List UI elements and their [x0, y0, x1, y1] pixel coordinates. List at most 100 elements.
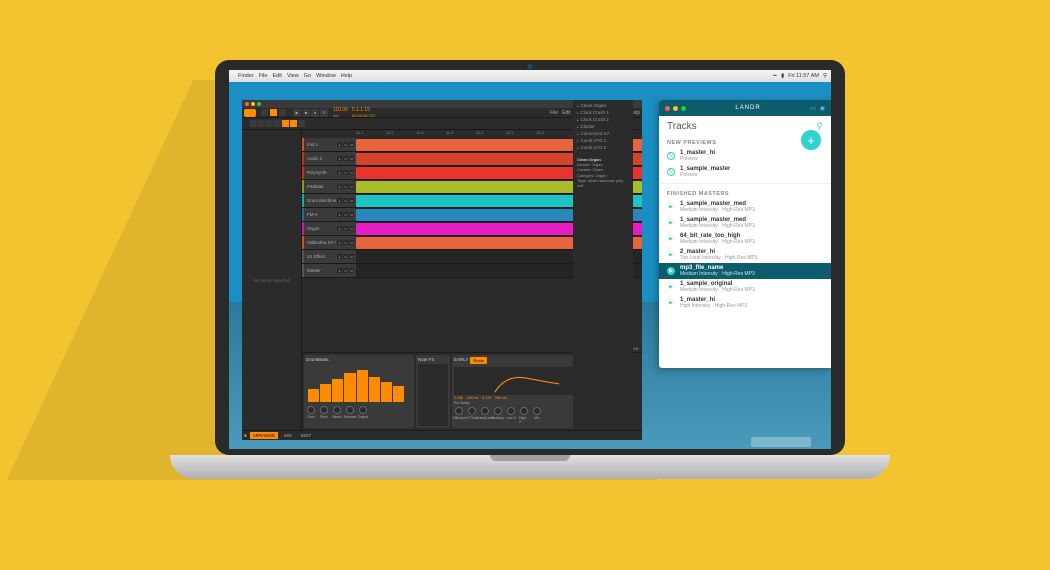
track-button[interactable]: ●	[337, 184, 342, 189]
tab-arrange[interactable]: ARRANGE	[250, 432, 278, 439]
refresh-icon[interactable]: ↻	[667, 152, 675, 160]
eq-band[interactable]	[344, 373, 355, 402]
search-icon[interactable]: ⚲	[816, 121, 823, 132]
track-button[interactable]: M	[349, 198, 354, 203]
track-button[interactable]: S	[343, 198, 348, 203]
track-button[interactable]: M	[349, 268, 354, 273]
snap-tool[interactable]	[290, 120, 297, 127]
play-icon[interactable]: ▶	[667, 283, 675, 291]
refresh-icon[interactable]: ↻	[667, 168, 675, 176]
track-button[interactable]: S	[343, 212, 348, 217]
view-btn[interactable]	[279, 109, 286, 116]
pitch-knob[interactable]	[320, 406, 328, 414]
maximize-icon[interactable]	[257, 102, 261, 106]
eq-band[interactable]	[369, 377, 380, 402]
landr-titlebar[interactable]: LANDR ▭ ◉	[659, 100, 831, 116]
eq-band[interactable]	[357, 370, 368, 402]
track-button[interactable]: S	[343, 268, 348, 273]
track-button[interactable]: S	[343, 156, 348, 161]
preview-item[interactable]: ↻1_master_hiPreview	[659, 148, 831, 164]
browser-item[interactable]: Colorchord X7	[575, 130, 631, 137]
track-button[interactable]: ●	[337, 212, 342, 217]
track-button[interactable]: M	[349, 170, 354, 175]
track-button[interactable]: S	[343, 254, 348, 259]
app-name[interactable]: Finder	[238, 73, 254, 79]
play-icon[interactable]: ▶	[667, 251, 675, 259]
track-button[interactable]: M	[349, 226, 354, 231]
maximize-icon[interactable]	[681, 106, 686, 111]
track-button[interactable]: M	[349, 156, 354, 161]
master-item[interactable]: ▶1_sample_master_medMedium Intensity · H…	[659, 199, 831, 215]
track-button[interactable]: ●	[337, 240, 342, 245]
track-button[interactable]: S	[343, 226, 348, 231]
preset-browser[interactable]: Clean OrganClock Crush 1Clock Crush 2Clu…	[573, 100, 633, 430]
eq-device[interactable]: DrumBeats Gain Pitch Attack	[304, 355, 414, 428]
view-btn[interactable]	[270, 109, 277, 116]
reverb-type-button[interactable]: Room	[470, 357, 487, 364]
track-button[interactable]: M	[349, 240, 354, 245]
tab-edit[interactable]: EDIT	[298, 432, 314, 439]
spotlight-icon[interactable]: ⚲	[823, 73, 827, 79]
track-button[interactable]: ●	[337, 156, 342, 161]
earlylate-knob[interactable]	[481, 407, 489, 415]
track-button[interactable]: M	[349, 212, 354, 217]
pointer-tool[interactable]	[250, 120, 257, 127]
track-button[interactable]: ●	[337, 226, 342, 231]
record-button[interactable]: ●	[311, 109, 319, 117]
browser-item[interactable]: Cluster	[575, 123, 631, 130]
select-tool[interactable]	[282, 120, 289, 127]
lowx-knob[interactable]	[507, 407, 515, 415]
stop-button[interactable]: ■	[302, 109, 310, 117]
eq-band[interactable]	[332, 379, 343, 402]
menu-help[interactable]: Help	[341, 73, 352, 79]
browser-item[interactable]: Comb LFO 1	[575, 137, 631, 144]
menu-view[interactable]: View	[287, 73, 299, 79]
browser-item[interactable]: Clock Crush 1	[575, 109, 631, 116]
track-button[interactable]: ●	[337, 170, 342, 175]
play-icon[interactable]: ▶	[667, 299, 675, 307]
dock[interactable]	[751, 437, 811, 447]
eq-band[interactable]	[381, 382, 392, 402]
browser-item[interactable]: Clock Crush 2	[575, 116, 631, 123]
loop-button[interactable]: ↻	[320, 109, 328, 117]
browser-item[interactable]: Clean Organ	[575, 102, 631, 109]
track-button[interactable]: S	[343, 170, 348, 175]
notefx-device[interactable]: Note FX	[416, 355, 450, 428]
track-button[interactable]: M	[349, 142, 354, 147]
release-knob[interactable]	[346, 406, 354, 414]
play-button[interactable]: ▶	[293, 109, 301, 117]
track-button[interactable]: ●	[337, 142, 342, 147]
menu-edit[interactable]: Edit	[272, 73, 281, 79]
track-button[interactable]: M	[349, 254, 354, 259]
master-item[interactable]: ▶1_sample_master_medMedium Intensity · H…	[659, 215, 831, 231]
menu-window[interactable]: Window	[316, 73, 336, 79]
clock[interactable]: Fri 11:57 AM	[788, 73, 819, 79]
minimize-icon[interactable]	[673, 106, 678, 111]
tab-mix[interactable]: MIX	[281, 432, 295, 439]
close-icon[interactable]	[665, 106, 670, 111]
gain-knob[interactable]	[307, 406, 315, 414]
track-button[interactable]: ●	[337, 198, 342, 203]
track-button[interactable]: ●	[337, 268, 342, 273]
attack-knob[interactable]	[333, 406, 341, 414]
master-item[interactable]: ▶2_master_hiToo Loud Intensity · High-Re…	[659, 247, 831, 263]
wifi-icon[interactable]: ⏦	[773, 73, 778, 80]
master-item[interactable]: ▶64_bit_rate_too_highMedium Intensity · …	[659, 231, 831, 247]
beats-value[interactable]: 00:00:08.727	[352, 113, 375, 118]
preview-item[interactable]: ↻1_sample_masterPreview	[659, 164, 831, 180]
play-icon[interactable]: ▶	[667, 219, 675, 227]
messages-icon[interactable]: ▭	[810, 105, 816, 112]
mix-knob[interactable]	[533, 407, 541, 415]
zoom-tool[interactable]	[298, 120, 305, 127]
track-button[interactable]: M	[349, 184, 354, 189]
menu-go[interactable]: Go	[304, 73, 311, 79]
master-item[interactable]: ▶1_sample_originalMedium Intensity · Hig…	[659, 279, 831, 295]
add-track-button[interactable]: +	[801, 130, 821, 150]
battery-icon[interactable]: ▮	[781, 73, 784, 79]
daw-menu-file[interactable]: File	[550, 110, 558, 116]
track-button[interactable]: S	[343, 240, 348, 245]
eq-band[interactable]	[393, 386, 404, 402]
output-knob[interactable]	[359, 406, 367, 414]
master-item[interactable]: ▶mp3_file_nameMedium Intensity · High-Re…	[659, 263, 831, 279]
erase-tool[interactable]	[266, 120, 273, 127]
